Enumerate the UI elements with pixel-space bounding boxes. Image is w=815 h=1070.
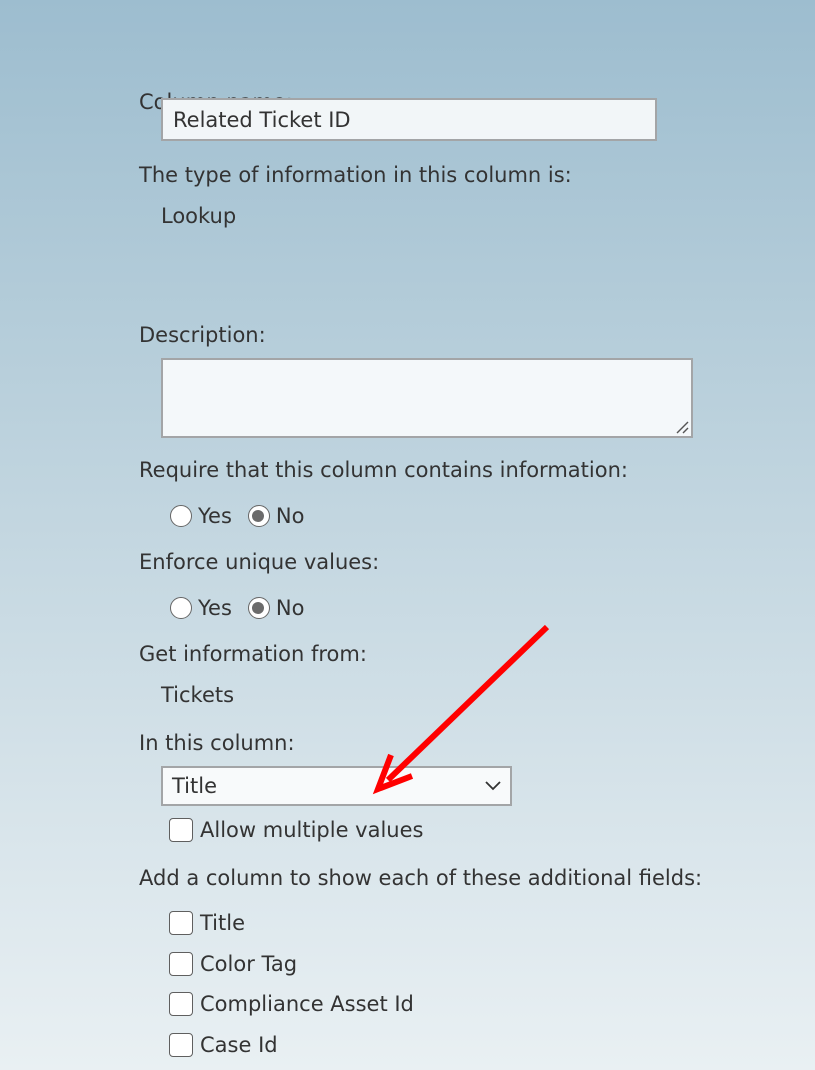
- annotation-arrow-shaft: [385, 624, 550, 783]
- chevron-down-icon: [485, 781, 501, 791]
- unique-label: Enforce unique values:: [139, 550, 380, 574]
- additional-field-label[interactable]: Case Id: [200, 1033, 278, 1057]
- additional-field-item[interactable]: Color Tag: [169, 950, 297, 978]
- additional-field-item[interactable]: Compliance Asset Id: [169, 990, 414, 1018]
- require-yes-radio[interactable]: [170, 505, 192, 527]
- require-yes-label[interactable]: Yes: [198, 504, 232, 528]
- additional-field-checkbox-title[interactable]: [169, 911, 193, 935]
- type-info-value: Lookup: [161, 204, 237, 228]
- allow-multiple-label[interactable]: Allow multiple values: [200, 818, 423, 842]
- additional-field-label[interactable]: Title: [200, 911, 245, 935]
- unique-yes-radio[interactable]: [170, 597, 192, 619]
- unique-no-radio[interactable]: [247, 597, 270, 619]
- type-info-label: The type of information in this column i…: [139, 163, 572, 187]
- unique-yes-label[interactable]: Yes: [198, 596, 232, 620]
- column-name-input[interactable]: [161, 98, 657, 141]
- resize-grip-icon[interactable]: [675, 420, 689, 434]
- unique-no-label[interactable]: No: [276, 596, 305, 620]
- additional-field-checkbox-case-id[interactable]: [169, 1033, 193, 1057]
- additional-field-checkbox-color-tag[interactable]: [169, 952, 193, 976]
- allow-multiple-checkbox[interactable]: [169, 818, 193, 842]
- additional-field-checkbox-compliance-asset-id[interactable]: [169, 992, 193, 1016]
- additional-fields-label: Add a column to show each of these addit…: [139, 866, 703, 890]
- description-textarea[interactable]: [161, 358, 693, 438]
- allow-multiple-row[interactable]: Allow multiple values: [169, 816, 423, 844]
- require-no-label[interactable]: No: [276, 504, 305, 528]
- require-radio-group: Yes No: [170, 502, 320, 530]
- unique-radio-group: Yes No: [170, 594, 320, 622]
- in-column-selected-value: Title: [172, 774, 218, 798]
- source-label: Get information from:: [139, 642, 367, 666]
- require-label: Require that this column contains inform…: [139, 458, 628, 482]
- annotation-arrow: [372, 624, 550, 795]
- additional-field-item[interactable]: Case Id: [169, 1031, 278, 1059]
- description-label: Description:: [139, 323, 266, 347]
- in-column-label: In this column:: [139, 731, 295, 755]
- in-this-column-select[interactable]: Title: [161, 766, 512, 806]
- additional-field-label[interactable]: Compliance Asset Id: [200, 992, 414, 1016]
- additional-field-item[interactable]: Title: [169, 909, 245, 937]
- require-no-radio[interactable]: [247, 505, 270, 527]
- source-value: Tickets: [161, 683, 235, 707]
- additional-field-label[interactable]: Color Tag: [200, 952, 297, 976]
